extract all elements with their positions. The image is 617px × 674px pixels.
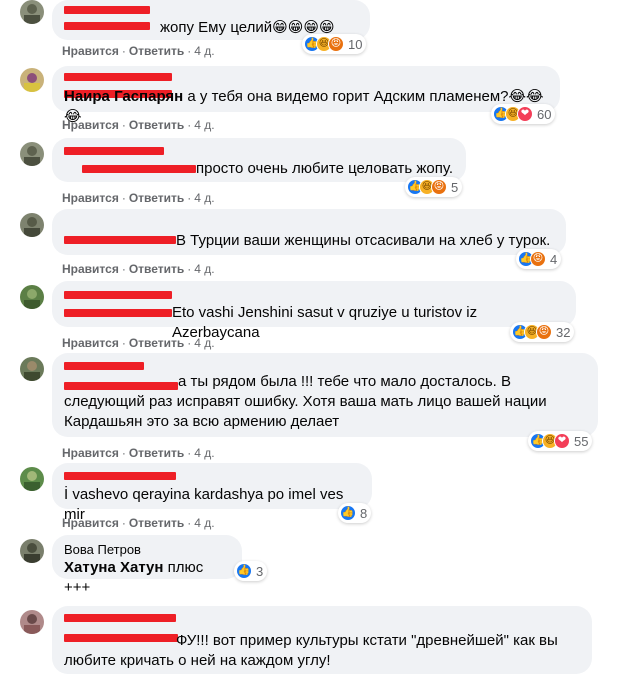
redaction-mark xyxy=(64,147,164,155)
comment-bubble: İ vashevo qerayina kardashya po imel ves… xyxy=(52,463,372,523)
redaction-mark xyxy=(64,362,144,370)
avatar[interactable] xyxy=(20,467,44,491)
reaction-count: 8 xyxy=(360,505,368,521)
heart-icon: ❤ xyxy=(554,433,570,449)
redaction-mark xyxy=(64,472,176,480)
like-link[interactable]: Нравится xyxy=(62,516,119,530)
redaction-mark xyxy=(82,165,196,173)
avatar-photo-icon xyxy=(20,68,44,92)
reactions-summary[interactable]: 👍 😡 4 xyxy=(516,249,562,269)
reply-link[interactable]: Ответить xyxy=(129,191,184,205)
reactions-summary[interactable]: 👍 😆 😡 32 xyxy=(510,322,575,342)
timestamp[interactable]: 4 д. xyxy=(194,516,214,530)
comment-text: просто очень любите целовать жопу. xyxy=(196,160,453,177)
angry-face-icon: 😡 xyxy=(328,36,344,52)
timestamp[interactable]: 4 д. xyxy=(194,446,214,460)
redaction-mark xyxy=(64,291,172,299)
comment-bubble: а ты рядом была !!! тебе что мало достал… xyxy=(52,353,598,437)
comment-bubble: просто очень любите целовать жопу. xyxy=(52,138,466,182)
like-link[interactable]: Нравится xyxy=(62,336,119,350)
thumbs-up-icon: 👍 xyxy=(236,563,252,579)
comment-bubble: В Турции ваши женщины отсасивали на хлеб… xyxy=(52,209,566,255)
comment-text: Хатуна Хатун плюс +++ xyxy=(64,559,204,596)
timestamp[interactable]: 4 д. xyxy=(194,262,214,276)
reply-link[interactable]: Ответить xyxy=(129,262,184,276)
avatar[interactable] xyxy=(20,357,44,381)
redaction-mark xyxy=(64,614,176,622)
avatar-photo-icon xyxy=(20,539,44,563)
comment-actions: Нравится · Ответить · 4 д. xyxy=(62,336,215,350)
mentioned-user-tag[interactable]: Хатуна Хатун xyxy=(64,559,163,576)
like-link[interactable]: Нравится xyxy=(62,118,119,132)
reply-link[interactable]: Ответить xyxy=(129,44,184,58)
avatar-photo-icon xyxy=(20,285,44,309)
avatar-photo-icon xyxy=(20,213,44,237)
avatar[interactable] xyxy=(20,539,44,563)
avatar-photo-icon xyxy=(20,467,44,491)
comment-actions: Нравится · Ответить · 4 д. xyxy=(62,118,215,132)
avatar[interactable] xyxy=(20,0,44,24)
comment-bubble: ФУ!!! вот пример культуры кстати "древне… xyxy=(52,606,592,674)
redaction-mark xyxy=(64,6,150,14)
angry-face-icon: 😡 xyxy=(431,179,447,195)
avatar[interactable] xyxy=(20,142,44,166)
reaction-count: 32 xyxy=(556,324,571,340)
timestamp[interactable]: 4 д. xyxy=(194,44,214,58)
reply-link[interactable]: Ответить xyxy=(129,446,184,460)
angry-face-icon: 😡 xyxy=(530,251,546,267)
comment-text: В Турции ваши женщины отсасивали на хлеб… xyxy=(176,232,551,249)
redaction-mark xyxy=(64,309,172,317)
reactions-summary[interactable]: 👍 😆 ❤ 60 xyxy=(491,104,556,124)
reactions-summary[interactable]: 👍 8 xyxy=(338,503,372,523)
reply-link[interactable]: Ответить xyxy=(129,336,184,350)
reactions-summary[interactable]: 👍 😆 😡 10 xyxy=(302,34,367,54)
comment-actions: Нравится · Ответить · 4 д. xyxy=(62,191,215,205)
like-link[interactable]: Нравится xyxy=(62,446,119,460)
redaction-mark xyxy=(64,22,150,30)
angry-face-icon: 😡 xyxy=(536,324,552,340)
redaction-mark xyxy=(64,73,172,81)
reaction-count: 4 xyxy=(550,251,558,267)
comment-actions: Нравится · Ответить · 4 д. xyxy=(62,516,215,530)
avatar-photo-icon xyxy=(20,142,44,166)
timestamp[interactable]: 4 д. xyxy=(194,118,214,132)
reply-link[interactable]: Ответить xyxy=(129,516,184,530)
comment-bubble: Наира Гаспарян а у тебя она видемо горит… xyxy=(52,66,560,125)
reaction-count: 10 xyxy=(348,36,363,52)
comment-text: ФУ!!! вот пример культуры кстати "древне… xyxy=(64,632,558,669)
comment-actions: Нравится · Ответить · 4 д. xyxy=(62,262,215,276)
comment-actions: Нравится · Ответить · 4 д. xyxy=(62,44,215,58)
comment-bubble: Вова Петров Хатуна Хатун плюс +++ xyxy=(52,535,242,596)
reaction-count: 60 xyxy=(537,106,552,122)
reaction-count: 5 xyxy=(451,179,459,195)
comment-text: Eto vashi Jenshini sasut v qruziye u tur… xyxy=(172,304,478,341)
avatar[interactable] xyxy=(20,213,44,237)
timestamp[interactable]: 4 д. xyxy=(194,336,214,350)
reactions-summary[interactable]: 👍 😆 😡 5 xyxy=(405,177,463,197)
like-link[interactable]: Нравится xyxy=(62,262,119,276)
avatar-photo-icon xyxy=(20,357,44,381)
reactions-summary[interactable]: 👍 3 xyxy=(234,561,268,581)
timestamp[interactable]: 4 д. xyxy=(194,191,214,205)
reactions-summary[interactable]: 👍 😆 ❤ 55 xyxy=(528,431,593,451)
avatar[interactable] xyxy=(20,285,44,309)
reply-link[interactable]: Ответить xyxy=(129,118,184,132)
comment-text: а ты рядом была !!! тебе что мало достал… xyxy=(64,373,547,430)
mentioned-user-tag[interactable]: Наира Гаспарян xyxy=(64,88,183,105)
redaction-mark xyxy=(64,236,176,244)
thumbs-up-icon: 👍 xyxy=(340,505,356,521)
heart-icon: ❤ xyxy=(517,106,533,122)
like-link[interactable]: Нравится xyxy=(62,44,119,58)
comment-actions: Нравится · Ответить · 4 д. xyxy=(62,446,215,460)
avatar[interactable] xyxy=(20,610,44,634)
avatar[interactable] xyxy=(20,68,44,92)
like-link[interactable]: Нравится xyxy=(62,191,119,205)
avatar-photo-icon xyxy=(20,610,44,634)
commenter-name[interactable]: Вова Петров xyxy=(64,542,230,558)
comment-bubble: Eto vashi Jenshini sasut v qruziye u tur… xyxy=(52,281,576,341)
reaction-count: 3 xyxy=(256,563,264,579)
avatar-photo-icon xyxy=(20,0,44,24)
reaction-count: 55 xyxy=(574,433,589,449)
